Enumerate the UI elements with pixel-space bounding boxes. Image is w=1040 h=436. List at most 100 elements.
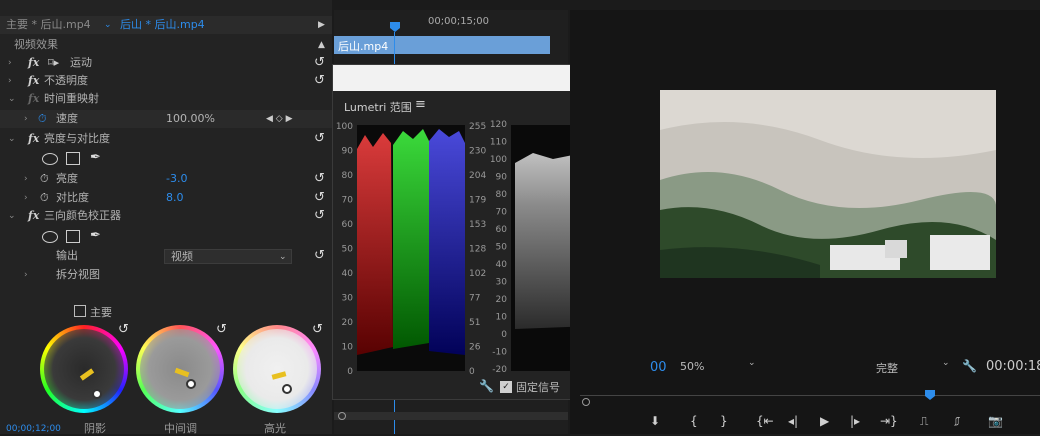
scroll-handle[interactable] bbox=[338, 412, 346, 420]
rectangle-mask-icon[interactable] bbox=[66, 230, 80, 243]
expand-arrow-icon[interactable]: ⌄ bbox=[8, 90, 16, 108]
fx-icon[interactable]: fx bbox=[28, 54, 39, 72]
playhead-timecode[interactable]: 00 bbox=[650, 360, 667, 375]
highlights-color-wheel[interactable] bbox=[233, 325, 321, 413]
axis-tick-label: 26 bbox=[469, 343, 481, 353]
axis-tick-label: 100 bbox=[336, 122, 353, 132]
chevron-down-icon: ⌄ bbox=[748, 358, 756, 368]
reset-icon[interactable]: ↺ bbox=[312, 322, 323, 337]
go-to-in-icon[interactable]: {⇤ bbox=[756, 414, 774, 428]
zoom-select[interactable]: 50% ⌄ bbox=[680, 358, 760, 374]
time-ruler[interactable]: 00;00;15;00 bbox=[334, 10, 568, 34]
ellipse-mask-icon[interactable] bbox=[42, 231, 58, 243]
mark-in-icon[interactable]: { bbox=[690, 414, 698, 428]
master-checkbox[interactable] bbox=[74, 305, 86, 317]
go-to-out-icon[interactable]: ⇥} bbox=[880, 414, 898, 428]
axis-tick-label: 40 bbox=[496, 260, 508, 270]
stopwatch-icon[interactable]: ⏱ bbox=[40, 189, 49, 207]
expand-arrow-icon[interactable]: › bbox=[8, 72, 12, 90]
axis-tick-label: 102 bbox=[469, 269, 486, 279]
expand-arrow-icon[interactable]: ⌄ bbox=[8, 130, 16, 148]
expand-arrow-icon[interactable]: › bbox=[24, 266, 28, 284]
axis-tick-label: 0 bbox=[347, 367, 353, 375]
speed-value[interactable]: 100.00% bbox=[166, 110, 215, 128]
contrast-value[interactable]: 8.0 bbox=[166, 189, 184, 207]
playhead-icon[interactable] bbox=[925, 390, 935, 400]
ellipse-mask-icon[interactable] bbox=[42, 153, 58, 165]
axis-tick-label: 120 bbox=[490, 120, 507, 130]
pen-mask-icon[interactable]: ✒ bbox=[90, 150, 101, 165]
step-forward-icon[interactable]: |▸ bbox=[850, 414, 860, 428]
axis-tick-label: 70 bbox=[496, 208, 508, 218]
stopwatch-icon[interactable]: ⏱ bbox=[38, 110, 47, 128]
reset-icon[interactable]: ↺ bbox=[314, 247, 325, 265]
monitor-scrubber[interactable] bbox=[570, 390, 1040, 402]
reset-icon[interactable]: ↺ bbox=[118, 322, 129, 337]
axis-tick-label: 60 bbox=[342, 220, 354, 230]
clip-segment[interactable]: 后山.mp4 bbox=[334, 36, 550, 54]
quality-value: 完整 bbox=[876, 362, 898, 375]
stopwatch-icon[interactable]: ⏱ bbox=[40, 170, 49, 188]
camera-icon[interactable]: 📷 bbox=[988, 414, 1003, 428]
reset-icon[interactable]: ↺ bbox=[314, 130, 325, 148]
playhead-icon[interactable] bbox=[390, 22, 400, 32]
step-back-icon[interactable]: ◂| bbox=[788, 414, 798, 428]
wrench-icon[interactable]: 🔧 bbox=[479, 379, 494, 393]
shadows-color-wheel[interactable] bbox=[40, 325, 128, 413]
collapse-up-icon[interactable]: ▲ bbox=[318, 36, 325, 54]
fx-icon[interactable]: fx bbox=[28, 207, 39, 225]
clip-label: 后山.mp4 bbox=[338, 40, 389, 53]
mark-out-icon[interactable]: } bbox=[720, 414, 728, 428]
axis-tick-label: 30 bbox=[496, 278, 508, 288]
transform-icon[interactable]: ⌑▸ bbox=[48, 54, 59, 72]
quality-select[interactable]: 完整 ⌄ bbox=[876, 358, 954, 375]
effect-row-motion[interactable]: › fx ⌑▸ 运动 ↺ bbox=[0, 54, 332, 72]
axis-tick-label: 50 bbox=[342, 245, 354, 255]
axis-tick-label: 153 bbox=[469, 220, 486, 230]
midtones-center-point[interactable] bbox=[186, 379, 196, 389]
expand-arrow-icon[interactable]: ⌄ bbox=[8, 207, 16, 225]
effect-controls-panel: 主要 * 后山.mp4 ⌄ 后山 * 后山.mp4 ▶ 视频效果 ▲ › fx … bbox=[0, 0, 332, 435]
reset-icon[interactable]: ↺ bbox=[314, 207, 325, 225]
extract-icon[interactable]: ⎎ bbox=[954, 414, 960, 429]
reset-icon[interactable]: ↺ bbox=[314, 170, 325, 188]
source-tab[interactable]: 主要 * 后山.mp4 bbox=[6, 16, 91, 34]
mask-tools: ✒ bbox=[42, 150, 122, 168]
expand-arrow-icon[interactable]: › bbox=[24, 170, 28, 188]
hamburger-menu-icon[interactable]: ≡ bbox=[415, 97, 426, 112]
wrench-icon[interactable]: 🔧 bbox=[962, 359, 977, 373]
shadows-center-point[interactable] bbox=[92, 389, 102, 399]
reset-icon[interactable]: ↺ bbox=[216, 322, 227, 337]
keyframe-nav-icon[interactable]: ◀ ◇ ▶ bbox=[266, 110, 293, 128]
parade-green-trace bbox=[393, 129, 429, 349]
fx-icon[interactable]: fx bbox=[28, 130, 39, 148]
effect-row-three-way[interactable]: ⌄ fx 三向颜色校正器 ↺ bbox=[0, 207, 332, 225]
effect-row-time-remap[interactable]: ⌄ fx 时间重映射 bbox=[0, 90, 332, 108]
expand-arrow-icon[interactable]: › bbox=[24, 189, 28, 207]
reset-icon[interactable]: ↺ bbox=[314, 189, 325, 207]
brightness-value[interactable]: -3.0 bbox=[166, 170, 187, 188]
scroll-handle[interactable] bbox=[582, 398, 590, 406]
chevron-down-icon[interactable]: ⌄ bbox=[104, 16, 112, 34]
reset-icon[interactable]: ↺ bbox=[314, 72, 325, 90]
chevron-down-icon: ⌄ bbox=[942, 358, 950, 368]
highlights-center-point[interactable] bbox=[282, 384, 292, 394]
clamp-label: 固定信号 bbox=[516, 381, 560, 394]
rectangle-mask-icon[interactable] bbox=[66, 152, 80, 165]
expand-arrow-icon[interactable]: › bbox=[24, 110, 28, 128]
lift-icon[interactable]: ⎍ bbox=[920, 414, 928, 429]
reset-icon[interactable]: ↺ bbox=[314, 54, 325, 72]
marker-icon[interactable]: ⬇ bbox=[650, 414, 660, 428]
output-select[interactable]: 视频 ⌄ bbox=[164, 249, 292, 264]
axis-tick-label: 90 bbox=[342, 147, 354, 157]
fx-icon[interactable]: fx bbox=[28, 72, 39, 90]
timeline-scrollbar[interactable] bbox=[334, 412, 568, 420]
effect-row-opacity[interactable]: › fx 不透明度 ↺ bbox=[0, 72, 332, 90]
effect-row-brightness-contrast[interactable]: ⌄ fx 亮度与对比度 ↺ bbox=[0, 130, 332, 148]
clamp-checkbox[interactable]: ✓ bbox=[500, 381, 512, 393]
play-icon[interactable]: ▶ bbox=[820, 414, 829, 428]
expand-arrow-icon[interactable]: › bbox=[8, 54, 12, 72]
axis-tick-label: 128 bbox=[469, 245, 486, 255]
pen-mask-icon[interactable]: ✒ bbox=[90, 228, 101, 243]
active-sequence-tab[interactable]: 后山 * 后山.mp4 bbox=[120, 16, 205, 34]
